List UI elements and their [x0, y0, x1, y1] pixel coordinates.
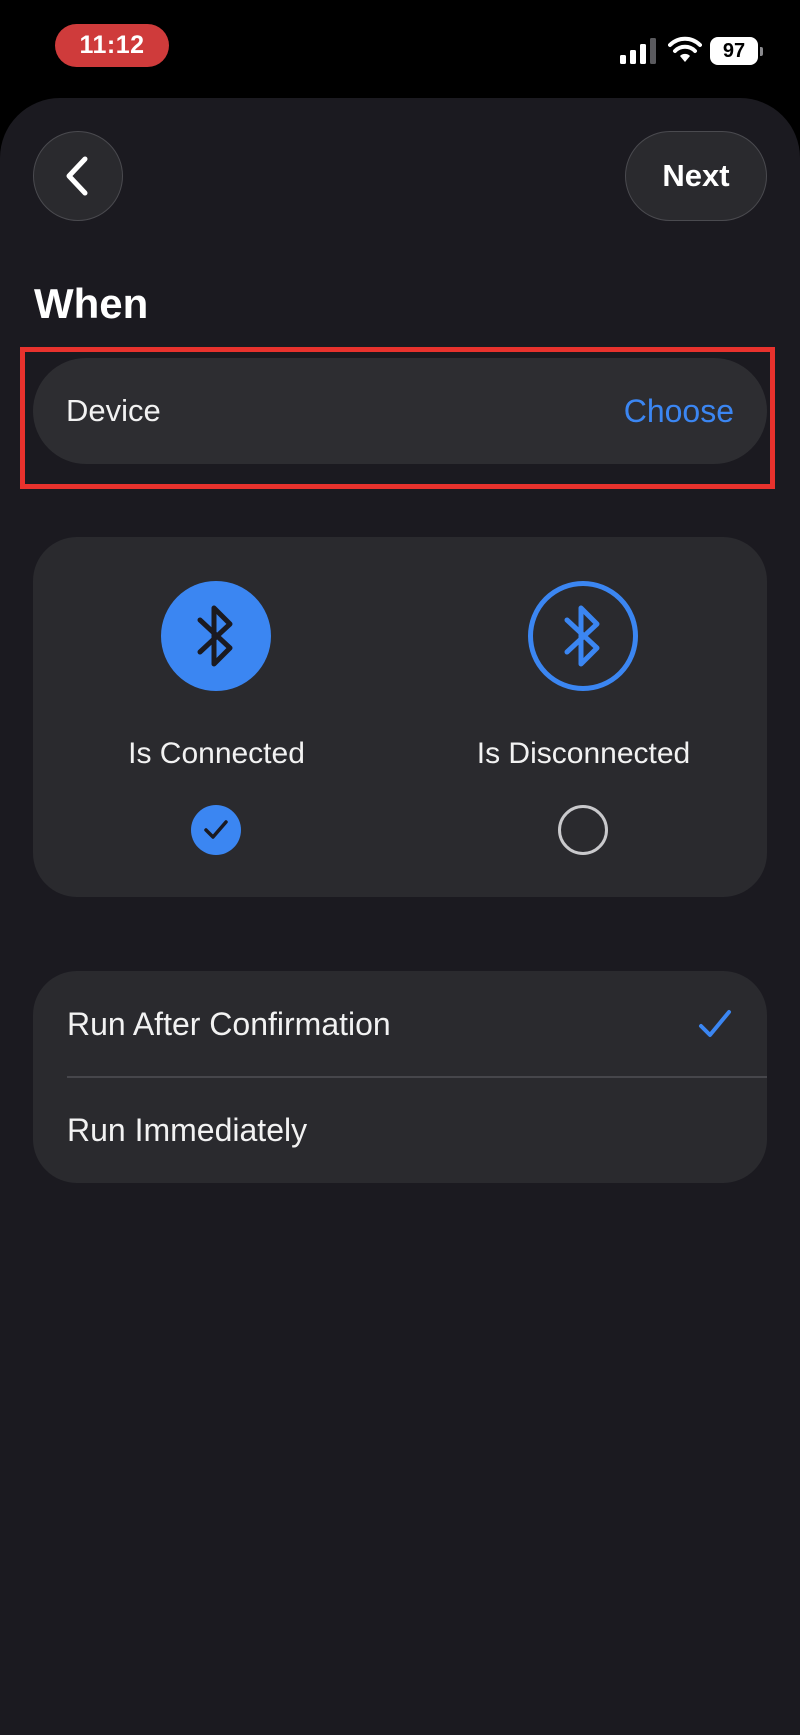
back-button[interactable]: [33, 131, 123, 221]
state-label: Is Disconnected: [476, 737, 691, 770]
chevron-left-icon: [66, 156, 88, 196]
next-button[interactable]: Next: [625, 131, 767, 221]
state-option-connected[interactable]: Is Connected: [33, 537, 400, 897]
cellular-signal-icon: [620, 38, 656, 64]
list-item-run-after-confirmation[interactable]: Run After Confirmation: [33, 971, 767, 1077]
radio-unselected-icon[interactable]: [558, 805, 608, 855]
device-row[interactable]: Device Choose: [33, 358, 767, 464]
list-item-run-immediately[interactable]: Run Immediately: [33, 1077, 767, 1183]
automation-sheet: [0, 98, 800, 1735]
state-option-disconnected[interactable]: Is Disconnected: [400, 537, 767, 897]
run-options-list: Run After Confirmation Run Immediately: [33, 971, 767, 1183]
checkmark-selected-icon[interactable]: [191, 805, 241, 855]
state-label: Is Connected: [128, 737, 305, 770]
option-label: Run After Confirmation: [67, 1005, 391, 1042]
bluetooth-filled-icon: [161, 581, 271, 691]
checkmark-icon: [699, 1010, 731, 1037]
bluetooth-outline-icon: [528, 581, 638, 691]
device-label: Device: [66, 393, 161, 428]
connection-state-card: Is Connected Is Disconnected: [33, 537, 767, 897]
option-label: Run Immediately: [67, 1111, 308, 1148]
status-time: 11:12: [55, 24, 169, 67]
wifi-icon: [668, 36, 702, 62]
section-title: When: [34, 280, 149, 327]
battery-indicator: 97: [710, 37, 763, 65]
screen: 11:12 97 Next When Device Choose Is Conn…: [0, 0, 800, 1735]
choose-device-link[interactable]: Choose: [624, 393, 734, 430]
